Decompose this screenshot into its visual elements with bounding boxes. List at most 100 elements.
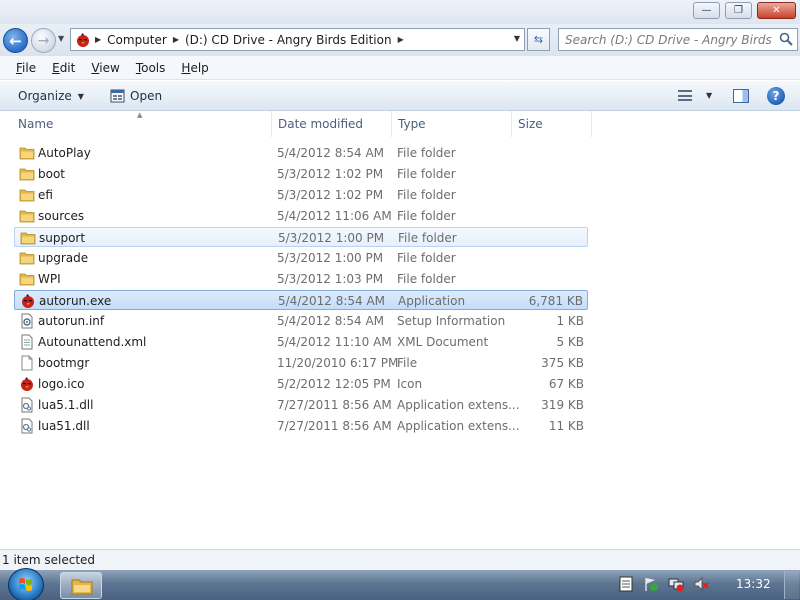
search-box[interactable] [558,28,798,51]
breadcrumb-separator-icon[interactable]: ▶ [91,35,105,44]
arrow-left-icon: ← [9,31,22,50]
file-row[interactable]: autorun.inf 5/4/2012 8:54 AM Setup Informa… [14,311,588,331]
file-type: Application [398,294,466,308]
file-date-modified: 5/4/2012 8:54 AM [278,294,386,308]
file-type: File folder [397,167,456,181]
menu-edit[interactable]: Edit [50,61,77,75]
file-name: support [39,231,86,245]
chevron-down-icon[interactable]: ▼ [706,91,712,100]
menu-file[interactable]: File [14,61,38,75]
file-row[interactable]: support 5/3/2012 1:00 PM File folder [14,227,588,247]
forward-button[interactable]: → [31,28,56,53]
breadcrumb-computer[interactable]: Computer [105,33,169,47]
file-row[interactable]: logo.ico 5/2/2012 12:05 PM Icon 67 KB [14,374,588,394]
file-size: 5 KB [556,335,584,349]
taskbar-explorer-button[interactable] [60,572,102,599]
file-name: AutoPlay [38,146,91,160]
file-name: logo.ico [38,377,85,391]
column-header-type[interactable]: Type [392,111,512,137]
dll-file-icon [19,418,35,434]
folder-icon [19,250,35,266]
network-icon[interactable] [668,576,684,592]
folder-icon [20,230,36,246]
help-button[interactable]: ? [767,87,785,105]
volume-muted-icon[interactable] [693,576,709,592]
file-size: 375 KB [541,356,584,370]
column-header-date-modified[interactable]: Date modified [272,111,392,137]
maximize-button[interactable]: ❐ [725,2,752,19]
file-row[interactable]: lua51.dll 7/27/2011 8:56 AM Application ex… [14,416,588,436]
file-type: Application extens... [397,398,520,412]
file-date-modified: 5/3/2012 1:00 PM [277,251,384,265]
file-row[interactable]: AutoPlay 5/4/2012 8:54 AM File folder [14,143,588,163]
breadcrumb-separator-icon[interactable]: ▶ [394,35,408,44]
file-date-modified: 5/3/2012 1:03 PM [277,272,384,286]
search-input[interactable] [559,29,775,50]
open-button[interactable]: Open [110,89,162,103]
menu-view[interactable]: View [89,61,121,75]
file-date-modified: 5/3/2012 1:02 PM [277,167,384,181]
status-bar: 1 item selected [0,549,800,570]
show-desktop-button[interactable] [784,571,799,599]
folder-icon [19,166,35,182]
file-row[interactable]: boot 5/3/2012 1:02 PM File folder [14,164,588,184]
file-type: File folder [397,146,456,160]
back-button[interactable]: ← [3,28,28,53]
file-type: Application extens... [397,419,520,433]
file-row[interactable]: autorun.exe 5/4/2012 8:54 AM Application 6,… [14,290,588,310]
file-type: Setup Information [397,314,506,328]
file-row[interactable]: WPI 5/3/2012 1:03 PM File folder [14,269,588,289]
column-header-name[interactable]: Name [12,111,272,137]
column-header-size[interactable]: Size [512,111,592,137]
file-date-modified: 7/27/2011 8:56 AM [277,419,392,433]
notepad-icon[interactable] [618,576,634,592]
file-name: boot [38,167,66,181]
minimize-button[interactable]: — [693,2,720,19]
action-center-flag-icon[interactable] [643,576,659,592]
preview-pane-button[interactable] [733,89,749,103]
menu-help[interactable]: Help [179,61,210,75]
breadcrumb-separator-icon[interactable]: ▶ [169,35,183,44]
change-view-button[interactable]: ▼ [678,90,712,101]
arrow-right-icon: → [37,32,50,49]
file-row[interactable]: lua5.1.dll 7/27/2011 8:56 AM Application e… [14,395,588,415]
file-row[interactable]: efi 5/3/2012 1:02 PM File folder [14,185,588,205]
file-name: bootmgr [38,356,90,370]
search-icon[interactable] [779,32,793,46]
file-row[interactable]: upgrade 5/3/2012 1:00 PM File folder [14,248,588,268]
file-row[interactable]: sources 5/4/2012 11:06 AM File folder [14,206,588,226]
file-date-modified: 5/3/2012 1:00 PM [278,231,385,245]
file-type: File [397,356,418,370]
command-bar: Organize ▼ Open ▼ ? [0,81,800,111]
clock[interactable]: 13:32 [736,577,771,591]
file-name: efi [38,188,53,202]
refresh-button[interactable]: ⇆ [527,28,550,51]
folder-icon [19,208,35,224]
address-bar[interactable]: ▶ Computer ▶ (D:) CD Drive - Angry Birds… [70,28,525,51]
close-button[interactable]: ✕ [757,2,796,19]
file-row[interactable]: bootmgr 11/20/2010 6:17 PM File 375 KB [14,353,588,373]
start-button[interactable] [8,568,44,600]
recent-pages-dropdown-icon[interactable]: ▼ [58,34,64,43]
folder-icon [19,271,35,287]
file-date-modified: 11/20/2010 6:17 PM [277,356,399,370]
folder-icon [71,579,93,595]
file-date-modified: 7/27/2011 8:56 AM [277,398,392,412]
file-name: WPI [38,272,61,286]
folder-icon [19,187,35,203]
file-name: autorun.inf [38,314,105,328]
file-name: Autounattend.xml [38,335,147,349]
title-bar: — ❐ ✕ [0,0,800,24]
menu-tools[interactable]: Tools [134,61,168,75]
document-file-icon [19,334,35,350]
angry-bird-icon [77,32,89,47]
file-type: File folder [397,272,456,286]
address-history-dropdown-icon[interactable]: ▼ [514,34,520,43]
file-date-modified: 5/4/2012 8:54 AM [277,314,385,328]
file-type: XML Document [397,335,489,349]
breadcrumb-cd-drive[interactable]: (D:) CD Drive - Angry Birds Edition [183,33,394,47]
organize-button[interactable]: Organize ▼ [18,89,84,103]
file-date-modified: 5/4/2012 11:10 AM [277,335,392,349]
file-row[interactable]: Autounattend.xml 5/4/2012 11:10 AM XML Doc… [14,332,588,352]
file-list: ▲ Name Date modified Type Size AutoPlay 5… [0,111,800,549]
